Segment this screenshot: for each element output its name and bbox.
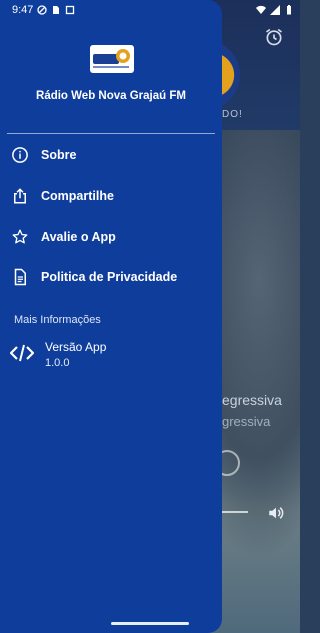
- document-icon: [14, 268, 26, 286]
- sim-card-icon: [53, 6, 60, 14]
- info-icon: [12, 147, 28, 163]
- menu-item-sobre[interactable]: Sobre: [0, 135, 222, 175]
- header-divider: [7, 133, 215, 134]
- signal-icon: [270, 5, 280, 15]
- share-icon: [14, 188, 26, 204]
- app-version-item[interactable]: Versão App 1.0.0: [0, 336, 222, 376]
- menu-item-label: Politica de Privacidade: [41, 270, 178, 284]
- version-value: 1.0.0: [45, 357, 70, 369]
- background-track-subtitle: gressiva: [222, 414, 271, 429]
- menu-item-label: Sobre: [41, 148, 77, 162]
- background-tagline: DO!: [222, 109, 243, 120]
- gesture-navigation-bar[interactable]: [111, 622, 189, 625]
- menu-item-label: Compartilhe: [41, 189, 114, 203]
- menu-item-privacidade[interactable]: Politica de Privacidade: [0, 257, 222, 297]
- volume-icon[interactable]: [266, 504, 286, 522]
- wifi-icon: [256, 5, 266, 15]
- code-icon: [10, 344, 34, 362]
- menu-item-label: Avalie o App: [41, 230, 116, 244]
- section-title-more-info: Mais Informações: [14, 314, 101, 326]
- navigation-drawer: Rádio Web Nova Grajaú FM Sobre Compartil…: [0, 0, 222, 633]
- star-icon: [12, 229, 28, 244]
- status-time: 9:47: [12, 4, 34, 16]
- volume-slider[interactable]: [222, 511, 248, 513]
- menu-item-avalie[interactable]: Avalie o App: [0, 217, 222, 257]
- battery-icon: [287, 5, 291, 15]
- status-bar: 9:47: [0, 0, 300, 20]
- alarm-clock-icon[interactable]: [264, 27, 284, 47]
- version-label: Versão App: [45, 340, 107, 354]
- station-logo: [90, 45, 134, 73]
- do-not-disturb-icon: [37, 5, 48, 15]
- notification-icon: [66, 5, 75, 15]
- menu-item-compartilhe[interactable]: Compartilhe: [0, 176, 222, 216]
- background-track-title: egressiva: [222, 392, 282, 408]
- station-name: Rádio Web Nova Grajaú FM: [36, 90, 186, 102]
- drawer-header: Rádio Web Nova Grajaú FM: [0, 0, 222, 134]
